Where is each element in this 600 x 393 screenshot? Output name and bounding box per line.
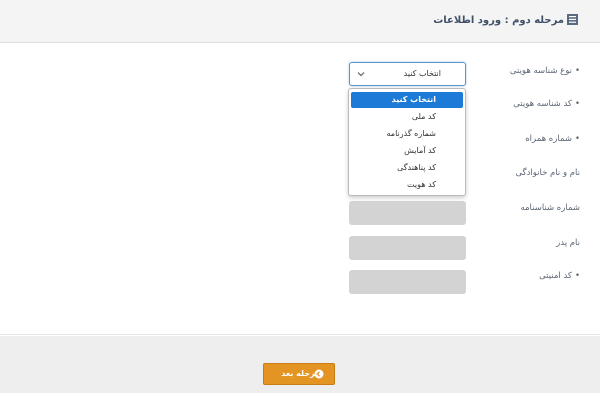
label-mobile: •شماره همراه: [525, 134, 580, 144]
label-id-type: •نوع شناسه هویتی: [509, 66, 580, 76]
dropdown-option[interactable]: کد پناهندگی: [351, 160, 463, 176]
page-title: مرحله دوم : ورود اطلاعات: [433, 15, 564, 26]
label-father-name: نام پدر: [556, 238, 580, 248]
next-step-button[interactable]: مرحله بعد: [263, 363, 335, 385]
dropdown-option[interactable]: کد آمایش: [351, 143, 463, 159]
id-type-dropdown: انتخاب کنید کد ملی شماره گذرنامه کد آمای…: [348, 88, 466, 196]
father-name-input[interactable]: [349, 236, 466, 260]
label-birth-cert-number: شماره شناسنامه: [520, 203, 580, 213]
dropdown-option[interactable]: انتخاب کنید: [351, 92, 463, 108]
dropdown-option[interactable]: کد ملی: [351, 109, 463, 125]
label-security-code: •کد امنیتی: [539, 271, 580, 281]
security-code-input[interactable]: [349, 270, 466, 294]
id-type-select-value: انتخاب کنید: [403, 69, 441, 78]
list-icon: [567, 14, 578, 25]
arrow-circle-icon: [314, 369, 324, 379]
form-panel: [0, 43, 600, 335]
label-full-name: نام و نام خانوادگی: [515, 168, 580, 178]
id-type-select[interactable]: انتخاب کنید: [349, 62, 466, 86]
chevron-down-icon: [357, 72, 365, 77]
label-id-code: •کد شناسه هویتی: [513, 99, 580, 109]
dropdown-option[interactable]: کد هویت: [351, 177, 463, 193]
birth-cert-number-input[interactable]: [349, 201, 466, 225]
page-header: مرحله دوم : ورود اطلاعات: [0, 0, 600, 43]
dropdown-option[interactable]: شماره گذرنامه: [351, 126, 463, 142]
